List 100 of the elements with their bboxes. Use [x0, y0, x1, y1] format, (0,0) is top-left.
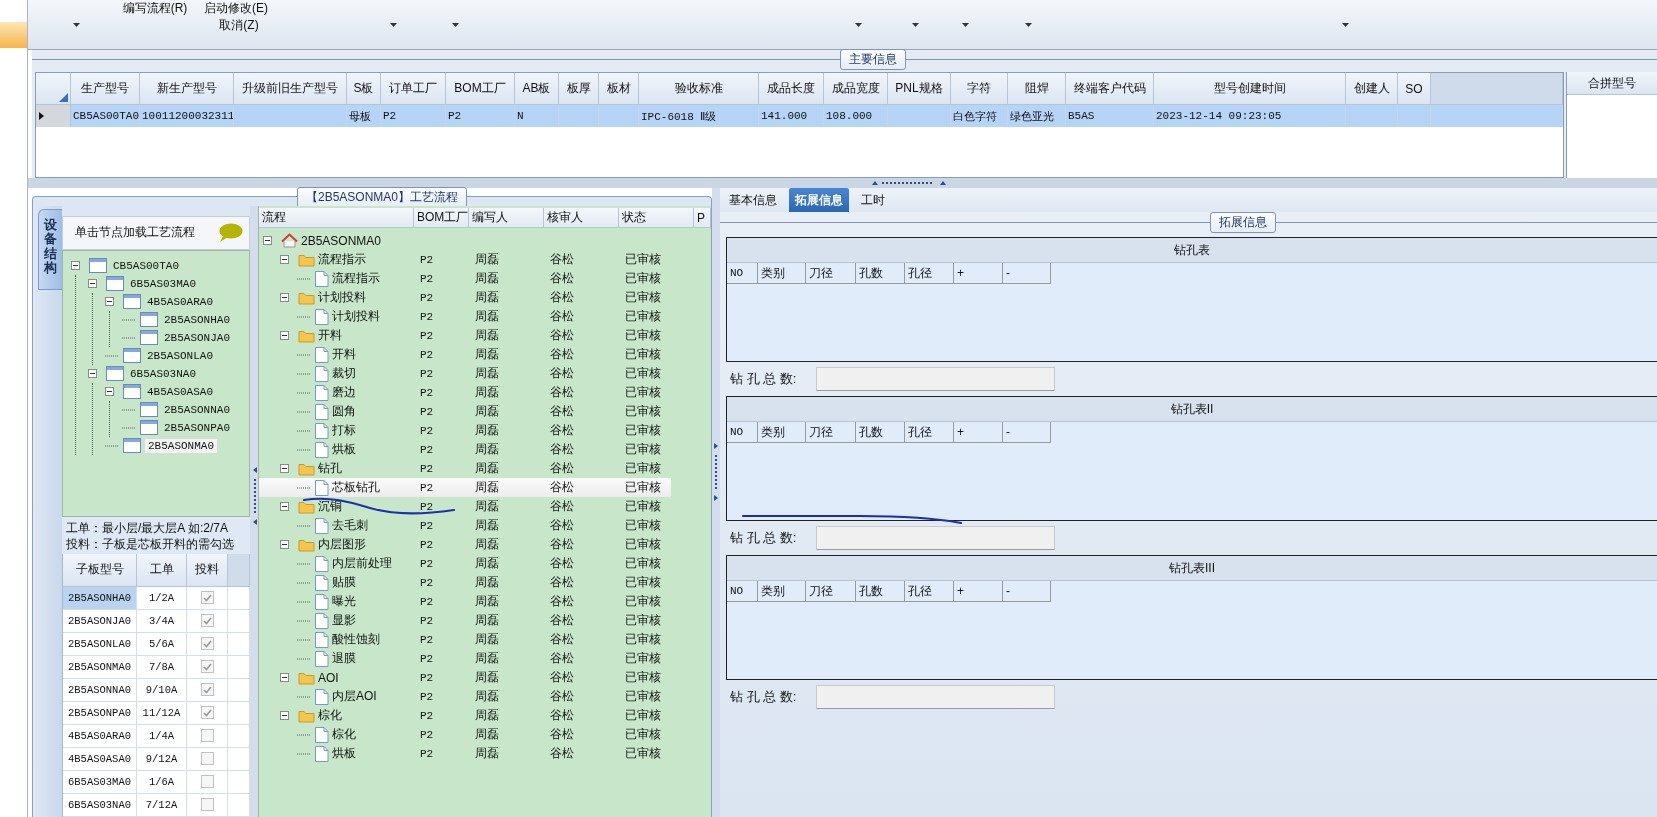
- tree-row[interactable]: 2B5ASONMA0: [259, 231, 711, 250]
- grid-row[interactable]: CB5AS00TA0 10011200032311 母板 P2 P2 N IPC-6018 Ⅱ级 141.000 108.000 白色字符 绿色亚光 B5AS 2023-12-14 09:23:05: [36, 105, 1564, 127]
- collapse-icon[interactable]: [88, 279, 97, 289]
- column-header[interactable]: 类别: [758, 263, 806, 284]
- column-header[interactable]: -: [1003, 422, 1051, 443]
- tree-row[interactable]: AOI P2 周磊 谷松 已审核: [259, 668, 711, 687]
- tree-node[interactable]: 2B5ASONNA0: [161, 402, 233, 417]
- table-cell[interactable]: 6B5AS03NA0: [63, 794, 137, 816]
- column-header[interactable]: -: [1003, 263, 1051, 284]
- tree-row[interactable]: 流程指示 P2 周磊 谷松 已审核: [259, 250, 711, 269]
- column-header[interactable]: PNL规格: [888, 73, 951, 105]
- checkbox[interactable]: [200, 729, 214, 743]
- collapse-icon[interactable]: [105, 297, 114, 307]
- column-header[interactable]: 刀径: [806, 581, 856, 602]
- column-header[interactable]: +: [954, 422, 1003, 443]
- column-header[interactable]: BOM工厂: [446, 73, 515, 105]
- tree-row[interactable]: 内层AOI P2 周磊 谷松 已审核: [259, 687, 711, 706]
- tree-row[interactable]: 去毛刺 P2 周磊 谷松 已审核: [259, 516, 711, 535]
- dropdown-caret-icon[interactable]: [912, 23, 919, 27]
- collapse-icon[interactable]: [280, 540, 289, 549]
- column-header[interactable]: +: [954, 581, 1003, 602]
- tree-node[interactable]: 6B5AS03NA0: [127, 366, 199, 381]
- column-header[interactable]: 孔径: [905, 581, 954, 602]
- column-header[interactable]: 工单: [137, 554, 187, 586]
- table-cell[interactable]: 2B5ASONMA0: [63, 656, 137, 678]
- tree-row[interactable]: 棕化 P2 周磊 谷松 已审核: [259, 725, 711, 744]
- column-header[interactable]: P: [694, 208, 711, 227]
- column-header[interactable]: +: [954, 263, 1003, 284]
- table-cell[interactable]: 2B5ASONLA0: [63, 633, 137, 655]
- collapse-icon[interactable]: [280, 293, 289, 302]
- collapse-icon[interactable]: [280, 255, 289, 264]
- table-cell[interactable]: 4B5AS0ASA0: [63, 748, 137, 770]
- tree-row[interactable]: 流程指示 P2 周磊 谷松 已审核: [259, 269, 711, 288]
- collapse-icon[interactable]: [280, 711, 289, 720]
- dropdown-caret-icon[interactable]: [452, 23, 459, 27]
- column-header[interactable]: BOM工厂: [414, 208, 469, 227]
- column-header[interactable]: 核审人: [544, 208, 619, 227]
- tree-row[interactable]: 烘板 P2 周磊 谷松 已审核: [259, 440, 711, 459]
- toolbar-button[interactable]: 编写流程(R): [114, 0, 196, 17]
- tree-node[interactable]: 2B5ASONPA0: [161, 420, 233, 435]
- column-header[interactable]: 板厚: [559, 73, 599, 105]
- tree-row[interactable]: 沉铜 P2 周磊 谷松 已审核: [259, 497, 711, 516]
- column-header[interactable]: 编写人: [469, 208, 544, 227]
- column-header[interactable]: 订单工厂: [381, 73, 446, 105]
- column-header[interactable]: 成品宽度: [824, 73, 888, 105]
- tree-row[interactable]: 开料 P2 周磊 谷松 已审核: [259, 326, 711, 345]
- checkbox[interactable]: [200, 660, 214, 674]
- column-header[interactable]: 孔数: [856, 263, 905, 284]
- table-cell[interactable]: 2B5ASONNA0: [63, 679, 137, 701]
- tree-row[interactable]: 计划投料 P2 周磊 谷松 已审核: [259, 307, 711, 326]
- checkbox[interactable]: [200, 775, 214, 789]
- dropdown-caret-icon[interactable]: [1025, 23, 1032, 27]
- tree-row[interactable]: 退膜 P2 周磊 谷松 已审核: [259, 649, 711, 668]
- column-header[interactable]: 状态: [619, 208, 694, 227]
- tree-node[interactable]: 2B5ASONMA0: [144, 437, 218, 454]
- column-header[interactable]: AB板: [515, 73, 559, 105]
- column-header[interactable]: 板材: [599, 73, 639, 105]
- table-cell[interactable]: 2B5ASONJA0: [63, 610, 137, 632]
- column-header[interactable]: 类别: [758, 581, 806, 602]
- column-header[interactable]: 投料: [187, 554, 228, 586]
- column-header[interactable]: 类别: [758, 422, 806, 443]
- collapse-icon[interactable]: [280, 331, 289, 340]
- column-header[interactable]: S板: [347, 73, 381, 105]
- tree-row[interactable]: 曝光 P2 周磊 谷松 已审核: [259, 592, 711, 611]
- dropdown-caret-icon[interactable]: [962, 23, 969, 27]
- column-header[interactable]: NO: [727, 581, 758, 602]
- toolbar-button[interactable]: 启动修改(E): [202, 0, 270, 17]
- input-field[interactable]: [816, 367, 1055, 391]
- column-header[interactable]: 生产型号: [71, 73, 140, 105]
- collapse-icon[interactable]: [280, 502, 289, 511]
- column-header[interactable]: 孔数: [856, 581, 905, 602]
- tree-row[interactable]: 酸性蚀刻 P2 周磊 谷松 已审核: [259, 630, 711, 649]
- dropdown-caret-icon[interactable]: [73, 23, 80, 27]
- column-header[interactable]: 阻焊: [1008, 73, 1066, 105]
- column-header[interactable]: 孔径: [905, 263, 954, 284]
- column-header[interactable]: 成品长度: [759, 73, 824, 105]
- column-header[interactable]: NO: [727, 422, 758, 443]
- tab[interactable]: 工时: [855, 188, 891, 212]
- input-field[interactable]: [816, 526, 1055, 550]
- column-header[interactable]: 刀径: [806, 422, 856, 443]
- checkbox[interactable]: [200, 798, 214, 812]
- column-header[interactable]: 新生产型号: [140, 73, 234, 105]
- column-header[interactable]: SO: [1398, 73, 1431, 105]
- collapse-icon[interactable]: [71, 261, 80, 271]
- toolbar-button[interactable]: 取消(Z): [213, 16, 265, 34]
- tree-node[interactable]: 2B5ASONLA0: [144, 348, 216, 363]
- column-header[interactable]: 型号创建时间: [1154, 73, 1346, 105]
- column-header[interactable]: 验收标准: [639, 73, 759, 105]
- tree-node[interactable]: 4B5AS0ASA0: [144, 384, 216, 399]
- collapse-icon[interactable]: [280, 673, 289, 682]
- tree-row[interactable]: 开料 P2 周磊 谷松 已审核: [259, 345, 711, 364]
- column-header[interactable]: 升级前旧生产型号: [234, 73, 347, 105]
- collapse-icon[interactable]: [280, 464, 289, 473]
- tree-row[interactable]: 钻孔 P2 周磊 谷松 已审核: [259, 459, 711, 478]
- checkbox[interactable]: [200, 591, 214, 605]
- table-cell[interactable]: 4B5AS0ARA0: [63, 725, 137, 747]
- tree-row[interactable]: 计划投料 P2 周磊 谷松 已审核: [259, 288, 711, 307]
- checkbox[interactable]: [200, 683, 214, 697]
- column-header[interactable]: NO: [727, 263, 758, 284]
- column-header[interactable]: 合拼型号: [1567, 72, 1657, 95]
